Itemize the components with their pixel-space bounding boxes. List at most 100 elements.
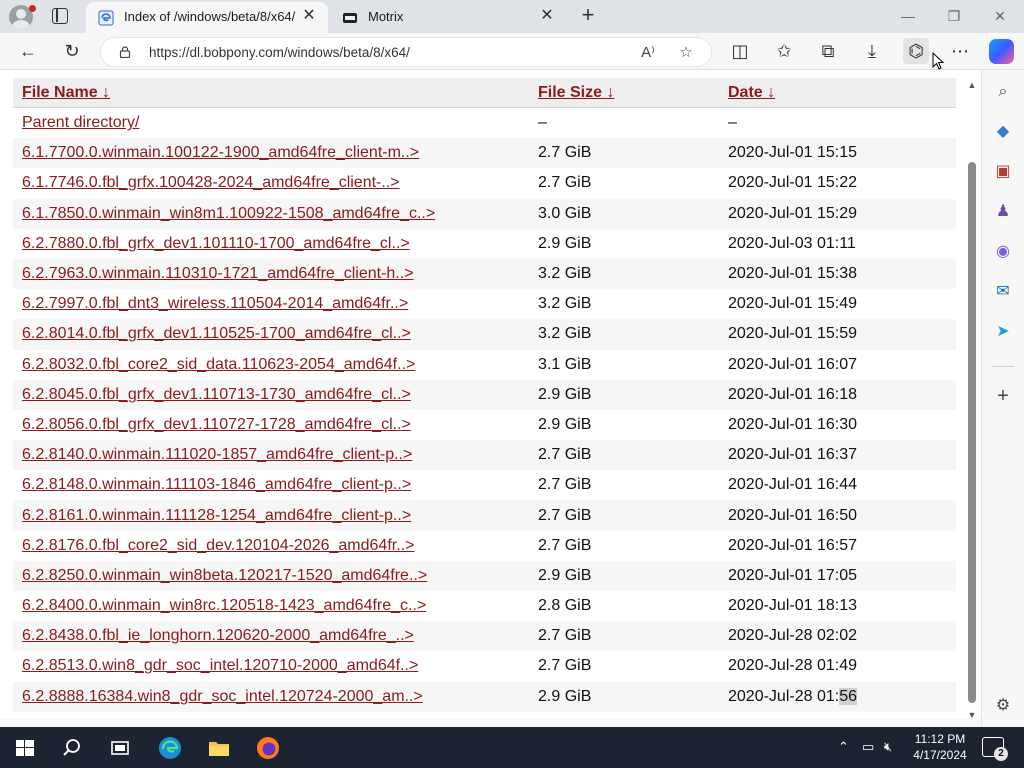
date-cell: 2020-Jul-01 16:57 [728,536,857,554]
file-link[interactable]: 6.2.8056.0.fbl_grfx_dev1.110727-1728_amd… [22,416,411,433]
send-icon[interactable]: ➤ [993,322,1013,342]
date-cell: 2020-Jul-01 15:59 [719,319,956,350]
file-name-cell: Parent directory/ [13,108,529,138]
file-link[interactable]: 6.2.7963.0.winmain.110310-1721_amd64fre_… [22,265,414,282]
file-size-cell: 2.8 GiB [538,597,592,615]
file-link[interactable]: 6.2.8400.0.winmain_win8rc.120518-1423_am… [22,597,426,614]
sidebar-divider [992,366,1014,367]
sort-by-date-link[interactable]: Date ↓ [728,84,775,101]
firefox-icon[interactable] [255,735,281,761]
close-tab-icon[interactable]: ✕ [538,7,556,25]
scroll-up-icon[interactable]: ▲ [967,80,977,90]
selected-text: 56 [839,687,857,705]
edge-page-icon [98,10,114,26]
tab-actions-icon[interactable] [52,8,68,24]
network-icon[interactable]: ▭ [862,739,874,755]
file-link[interactable]: 6.2.8014.0.fbl_grfx_dev1.110525-1700_amd… [22,325,411,342]
settings-icon[interactable]: ⚙ [993,696,1013,716]
close-tab-icon[interactable]: ✕ [300,7,318,25]
games-icon[interactable]: ♟ [993,202,1013,222]
notification-count-badge: 2 [994,747,1008,761]
search-icon[interactable] [59,735,85,761]
date-cell: 2020-Jul-01 16:37 [719,440,956,471]
back-arrow-icon[interactable]: ← [15,38,41,64]
toolbox-icon[interactable]: ▣ [993,162,1013,182]
file-name-cell: 6.2.8045.0.fbl_grfx_dev1.110713-1730_amd… [13,379,529,410]
file-link[interactable]: 6.2.8161.0.winmain.111128-1254_amd64fre_… [22,507,411,524]
window-close-icon[interactable]: ✕ [989,6,1011,26]
read-aloud-icon[interactable]: A⁾ [637,42,659,64]
minimize-icon[interactable]: — [897,6,919,26]
table-row: 6.2.7997.0.fbl_dnt3_wireless.110504-2014… [13,289,956,319]
scrollbar-thumb[interactable] [968,162,976,703]
file-size-cell: 3.2 GiB [529,319,719,350]
address-bar[interactable]: https://dl.bobpony.com/windows/beta/8/x6… [100,37,712,67]
file-link[interactable]: 6.2.8513.0.win8_gdr_soc_intel.120710-200… [22,657,418,674]
file-link[interactable]: 6.2.8438.0.fbl_ie_longhorn.120620-2000_a… [22,627,414,644]
profile-status-dot [29,5,36,12]
extension-icon[interactable]: ⌬ [903,38,929,64]
table-row: 6.2.8438.0.fbl_ie_longhorn.120620-2000_a… [13,621,956,652]
file-size-cell: 3.2 GiB [538,295,592,313]
lock-icon[interactable] [119,46,131,58]
page-content: File Name ↓ File Size ↓ Date ↓ Parent di… [0,70,981,720]
file-link[interactable]: 6.1.7700.0.winmain.100122-1900_amd64fre_… [22,144,419,161]
edge-icon[interactable] [157,735,183,761]
edge-sidebar: ⌕ ◆ ▣ ♟ ◉ ✉ ➤ + ⚙ [981,70,1024,727]
taskbar-clock[interactable]: 11:12 PM 4/17/2024 [908,731,972,763]
favorite-star-icon[interactable]: ☆ [675,42,697,64]
sort-by-size-link[interactable]: File Size ↓ [538,84,614,101]
task-view-icon[interactable] [107,735,133,761]
favorites-icon[interactable]: ✩ [771,38,797,64]
file-size-cell: – [538,114,547,132]
refresh-icon[interactable]: ↻ [59,38,85,64]
downloads-icon[interactable]: ⤓ [859,38,885,64]
copilot-icon[interactable] [989,39,1014,64]
date-cell: 2020-Jul-28 01:49 [728,657,857,675]
file-link[interactable]: 6.2.8140.0.winmain.111020-1857_amd64fre_… [22,446,412,463]
table-row: 6.2.8056.0.fbl_grfx_dev1.110727-1728_amd… [13,410,956,440]
file-size-cell: 2.9 GiB [529,681,719,712]
table-row: 6.2.8888.16384.win8_gdr_soc_intel.120724… [13,681,956,712]
file-link[interactable]: 6.2.8176.0.fbl_core2_sid_dev.120104-2026… [22,537,414,554]
tab-motrix[interactable]: Motrix ✕ [330,2,566,33]
more-icon[interactable]: ⋯ [947,38,973,64]
file-link[interactable]: 6.2.8888.16384.win8_gdr_soc_intel.120724… [22,688,423,705]
table-row: 6.1.7850.0.winmain_win8m1.100922-1508_am… [13,198,956,229]
file-link[interactable]: 6.2.7997.0.fbl_dnt3_wireless.110504-2014… [22,295,408,312]
search-icon[interactable]: ⌕ [993,82,1013,102]
collections-icon[interactable]: ⧉ [815,38,841,64]
file-link[interactable]: 6.2.8032.0.fbl_core2_sid_data.110623-205… [22,356,415,373]
tab-index-listing[interactable]: Index of /windows/beta/8/x64/ ✕ [86,2,328,33]
outlook-icon[interactable]: ✉ [993,282,1013,302]
file-link[interactable]: 6.1.7850.0.winmain_win8m1.100922-1508_am… [22,205,435,222]
file-explorer-icon[interactable] [206,735,232,761]
file-link[interactable]: 6.2.7880.0.fbl_grfx_dev1.101110-1700_amd… [22,235,410,252]
tag-icon[interactable]: ◆ [993,122,1013,142]
new-tab-icon[interactable]: + [576,4,600,28]
file-link[interactable]: 6.2.8045.0.fbl_grfx_dev1.110713-1730_amd… [22,386,411,403]
table-row: 6.2.8250.0.winmain_win8beta.120217-1520_… [13,560,956,591]
table-row: 6.2.8176.0.fbl_core2_sid_dev.120104-2026… [13,531,956,561]
add-icon[interactable]: + [993,386,1013,406]
restore-icon[interactable]: ❐ [943,6,965,26]
file-link[interactable]: Parent directory/ [22,114,139,131]
split-screen-icon[interactable]: ◫ [727,38,753,64]
windows-start-icon[interactable] [12,735,38,761]
file-size-cell: 2.9 GiB [538,234,592,252]
date-cell: 2020-Jul-01 15:22 [728,174,857,192]
file-link[interactable]: 6.2.8250.0.winmain_win8beta.120217-1520_… [22,567,427,584]
date-cell: 2020-Jul-03 01:11 [728,234,856,252]
url-text[interactable]: https://dl.bobpony.com/windows/beta/8/x6… [149,45,410,60]
sort-by-name-link[interactable]: File Name ↓ [22,84,110,101]
table-header-row: File Name ↓ File Size ↓ Date ↓ [13,78,956,108]
volume-muted-icon[interactable]: 🔇︎ [884,739,892,755]
office-icon[interactable]: ◉ [993,242,1013,262]
vertical-scrollbar[interactable]: ▲ ▼ [964,80,980,720]
show-hidden-icons-icon[interactable]: ⌃ [838,739,849,755]
file-size-cell: 3.1 GiB [538,355,592,373]
file-link[interactable]: 6.1.7746.0.fbl_grfx.100428-2024_amd64fre… [22,174,400,191]
file-name-cell: 6.2.8176.0.fbl_core2_sid_dev.120104-2026… [13,531,529,561]
file-link[interactable]: 6.2.8148.0.winmain.111103-1846_amd64fre_… [22,476,411,493]
date-cell: 2020-Jul-01 17:05 [719,560,956,591]
